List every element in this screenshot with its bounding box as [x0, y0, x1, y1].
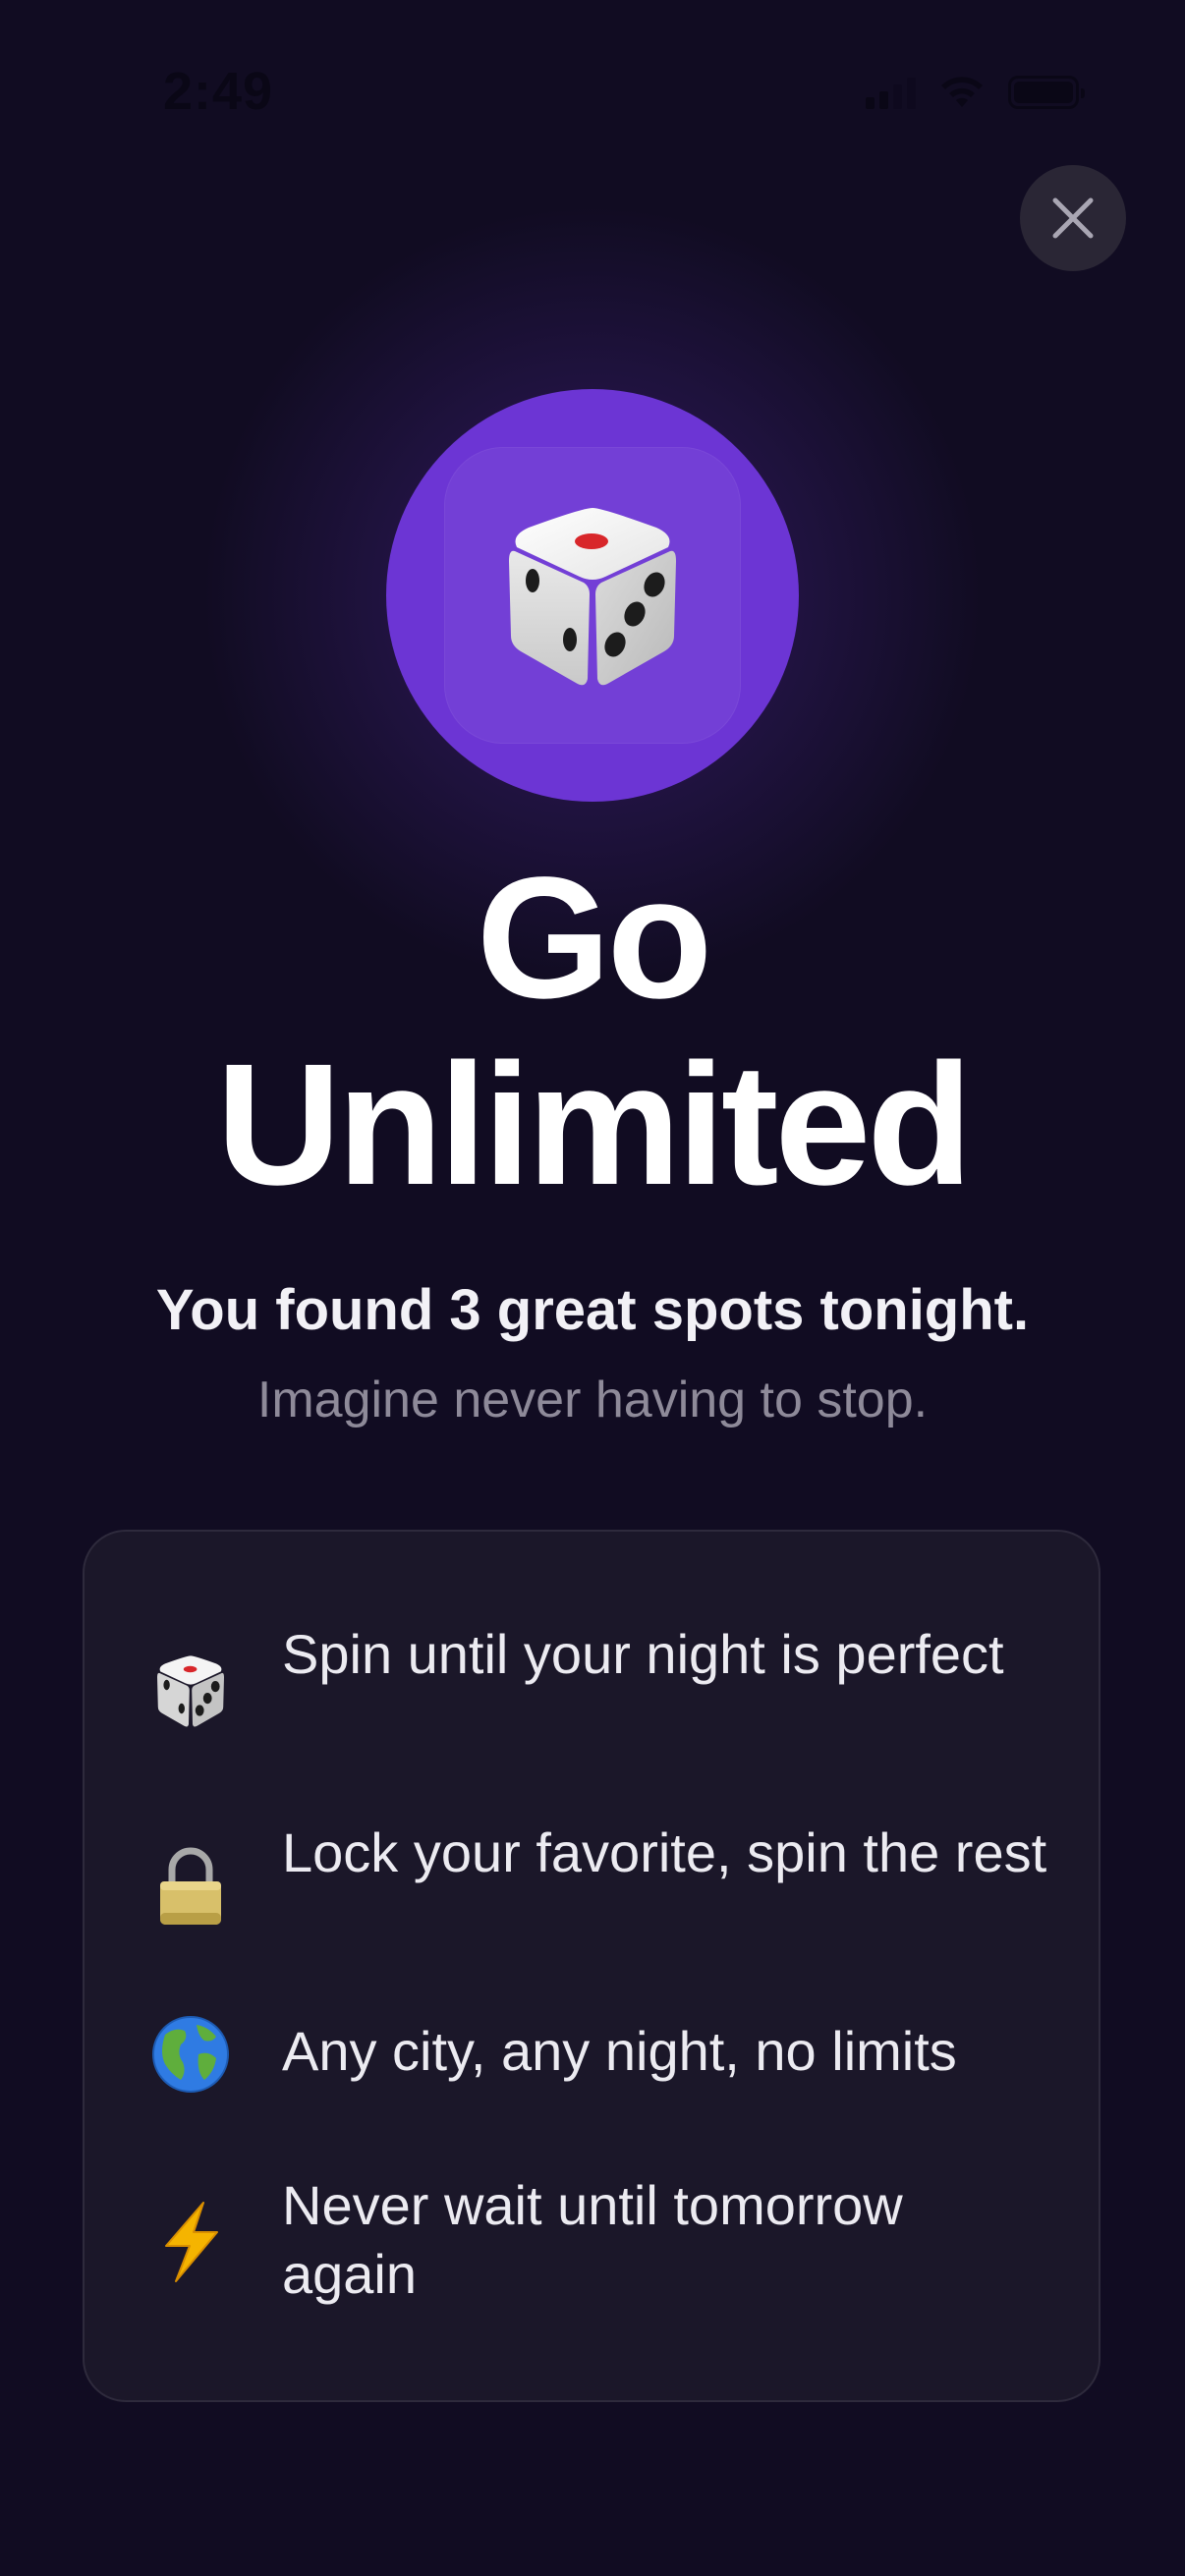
feature-text: Spin until your night is perfect: [282, 1623, 1004, 1685]
status-time: 2:49: [163, 62, 274, 121]
close-button[interactable]: [1020, 165, 1126, 271]
title-line-1: Go: [476, 842, 712, 1035]
tagline: Imagine never having to stop.: [256, 1372, 929, 1428]
dice-icon: [509, 508, 676, 686]
dice-icon: [149, 1650, 232, 1732]
status-icons: [866, 75, 1085, 110]
page-title: Go Unlimited: [0, 845, 1185, 1218]
subtitle: You found 3 great spots tonight.: [155, 1278, 1030, 1342]
title-line-2: Unlimited: [216, 1029, 973, 1221]
hero-icon-tile: [444, 447, 741, 744]
features-card: Spin until your night is perfect Lock yo…: [83, 1530, 1100, 2402]
lock-icon: [149, 1846, 232, 1929]
close-icon: [1052, 197, 1094, 239]
cellular-signal-icon: [866, 76, 916, 109]
wifi-icon: [941, 77, 983, 107]
battery-icon: [1008, 76, 1085, 109]
lightning-icon: [149, 2201, 232, 2283]
feature-text: Lock your favorite, spin the rest: [282, 1821, 1047, 1883]
paywall-screen: 2:49 Go Unlimited You found 3 great spot…: [0, 0, 1185, 2576]
globe-icon: [149, 2013, 232, 2096]
feature-text: Never wait until tomorrow again: [282, 2174, 903, 2305]
feature-text: Any city, any night, no limits: [282, 2020, 957, 2082]
hero-icon-circle: [386, 389, 799, 802]
